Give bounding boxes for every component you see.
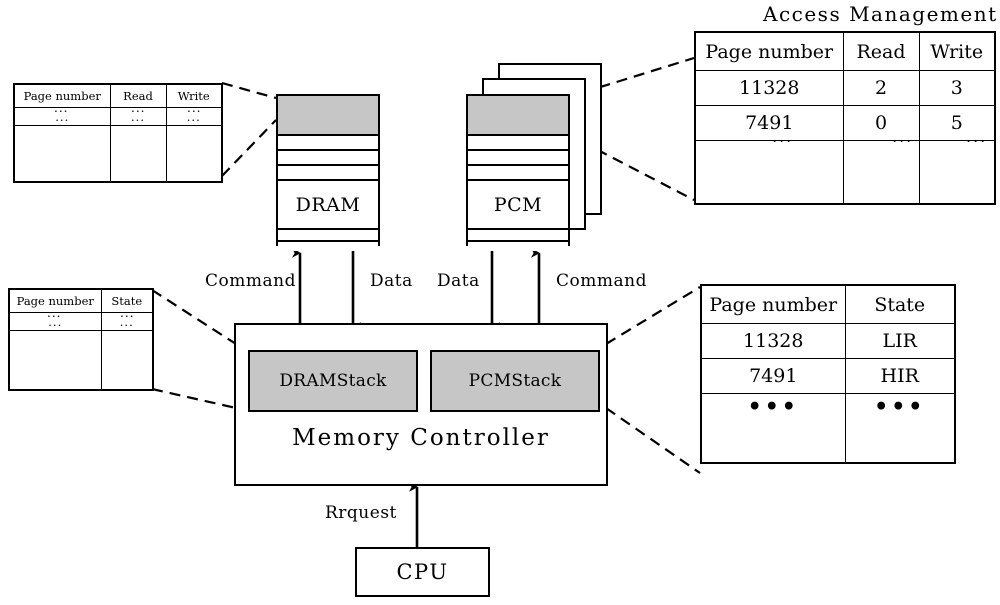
table-row-empty xyxy=(8,330,154,391)
pcm-foot xyxy=(468,242,568,251)
table-row: 7491 0 5 xyxy=(694,105,996,141)
cell-empty xyxy=(918,140,996,205)
table-row: 11328 2 3 xyxy=(694,70,996,106)
ellipsis-write: ... xyxy=(187,101,202,115)
label-dram-command: Command xyxy=(205,271,296,291)
access-management-title: Access Management xyxy=(763,2,998,26)
cell-state: LIR xyxy=(844,323,956,359)
column-header-read: Read xyxy=(842,31,920,71)
cell-ellipsis-state: ••• xyxy=(844,393,956,464)
dram-band xyxy=(278,166,378,181)
label-dram-data: Data xyxy=(370,271,413,291)
diagram-canvas: Page number Read Write ... ... ... ... .… xyxy=(0,0,1000,605)
cell-empty xyxy=(165,125,223,183)
ellipsis-read: ... xyxy=(131,101,146,115)
cell-state: HIR xyxy=(844,358,956,394)
cell-empty xyxy=(13,125,111,183)
cell-ellipsis-page-number: ••• xyxy=(700,393,846,464)
dram-band xyxy=(278,230,378,242)
cell-page-number: 7491 xyxy=(700,358,846,394)
column-header-state: State xyxy=(844,284,956,324)
cell-write: 3 xyxy=(918,70,996,106)
table-row-empty xyxy=(13,125,223,183)
page-state-table: Page number State 11328 LIR 7491 HIR ••• xyxy=(700,284,956,464)
dram-module-label: DRAM xyxy=(278,181,378,230)
cell-page-number: 7491 xyxy=(694,105,844,141)
ellipsis-state: ••• xyxy=(874,394,926,420)
dram-band xyxy=(278,151,378,166)
table-row: 7491 HIR xyxy=(700,358,956,394)
cell-empty xyxy=(109,125,167,183)
label-pcm-data: Data xyxy=(437,271,480,291)
cell-empty xyxy=(100,330,154,391)
leader-state-table-left xyxy=(151,289,237,410)
ellipsis-page-number: ... xyxy=(772,127,794,146)
table-row: 11328 LIR xyxy=(700,323,956,359)
pcm-band xyxy=(468,230,568,242)
column-header-write: Write xyxy=(918,31,996,71)
access-management-table: Page number Read Write 11328 2 3 7491 0 … xyxy=(694,31,996,205)
dram-gray-block xyxy=(278,96,378,136)
cell-read: 2 xyxy=(842,70,920,106)
cell-page-number: 11328 xyxy=(694,70,844,106)
pcm-band xyxy=(468,151,568,166)
ellipsis-page-number: ... xyxy=(47,306,62,320)
leader-dram-table xyxy=(221,81,277,177)
cpu-box: CPU xyxy=(355,547,490,597)
pcm-band xyxy=(468,166,568,181)
dram-band xyxy=(278,136,378,151)
ellipsis-page-number: ••• xyxy=(747,394,799,420)
cell-empty xyxy=(8,330,102,391)
label-pcm-command: Command xyxy=(556,271,647,291)
column-header-page-number: Page number xyxy=(700,284,846,324)
label-request: Rrquest xyxy=(325,503,397,523)
pcm-band xyxy=(468,136,568,151)
table-header-row: Page number Read Write xyxy=(694,31,996,71)
ellipsis-page-number: ... xyxy=(54,101,69,115)
ellipsis-write: ... xyxy=(966,127,988,146)
cell-empty xyxy=(694,140,844,205)
ellipsis-read: ... xyxy=(892,127,914,146)
dram-state-table: Page number State ... ... ... ... xyxy=(8,288,154,391)
dram-access-table: Page number Read Write ... ... ... ... .… xyxy=(13,83,223,183)
ellipsis-state: ... xyxy=(120,306,135,320)
dram-stack: DRAMStack xyxy=(248,350,418,412)
dram-module: DRAM xyxy=(276,94,380,251)
pcm-module-label: PCM xyxy=(468,181,568,230)
table-row-empty xyxy=(694,140,996,205)
memory-controller: DRAMStack PCMStack Memory Controller xyxy=(234,323,608,486)
cell-empty xyxy=(842,140,920,205)
cpu-label: CPU xyxy=(396,560,449,584)
dram-foot xyxy=(278,242,378,251)
pcm-gray-block xyxy=(468,96,568,136)
pcm-module: PCM xyxy=(466,94,570,251)
cell-page-number: 11328 xyxy=(700,323,846,359)
memory-controller-title: Memory Controller xyxy=(292,425,550,451)
pcm-stack: PCMStack xyxy=(430,350,600,412)
column-header-page-number: Page number xyxy=(694,31,844,71)
table-row-ellipsis: ••• ••• xyxy=(700,393,956,464)
table-header-row: Page number State xyxy=(700,284,956,324)
leader-state-table-right xyxy=(605,286,701,474)
